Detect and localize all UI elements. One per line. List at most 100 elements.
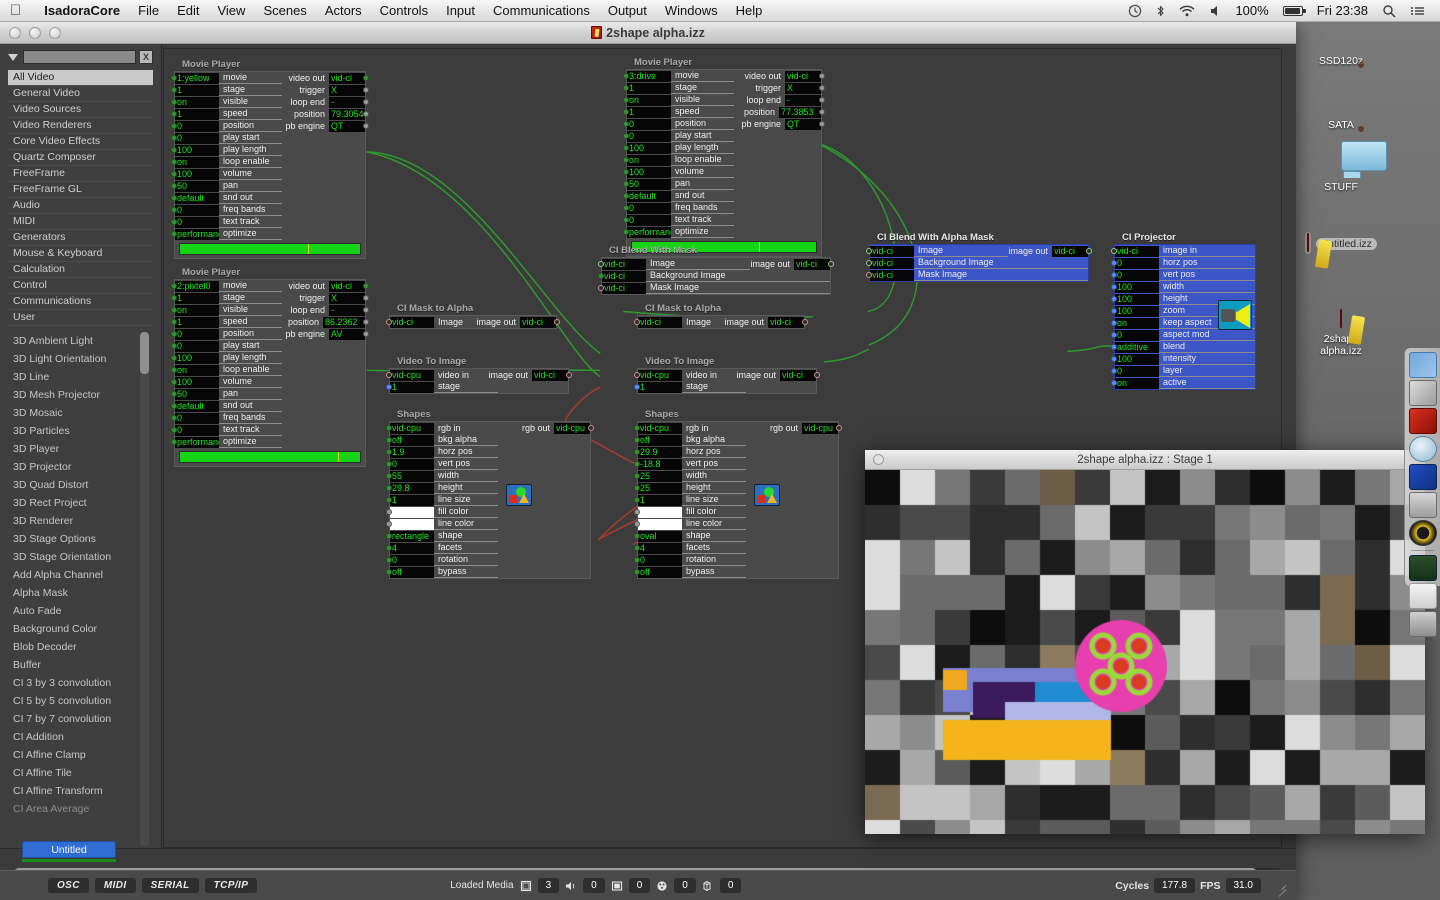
input-value[interactable]: -18.8: [638, 458, 682, 470]
node-ci-blend-with-mask[interactable]: CI Blend With Mask vid-ci Image image ou…: [598, 245, 834, 295]
close-button[interactable]: [873, 454, 884, 465]
category-general-video[interactable]: General Video: [8, 86, 153, 102]
category-all-video[interactable]: All Video: [8, 70, 153, 86]
actor-item[interactable]: CI Area Average: [8, 800, 153, 818]
actor-item[interactable]: 3D Mosaic: [8, 404, 153, 422]
input-value[interactable]: vid-ci: [870, 269, 914, 281]
input-value[interactable]: 50: [175, 180, 219, 192]
input-pin[interactable]: [866, 272, 872, 278]
input-pin[interactable]: [866, 248, 872, 254]
node-body[interactable]: vid-cpu video in image out vid-ci 1 stag…: [634, 368, 820, 394]
node-body[interactable]: 3:drive movie 1 stage on visible 1 speed 0 po…: [623, 69, 825, 257]
node-shapes-2[interactable]: Shapes vid-cpu rgb in rgb out vid-cpu of…: [634, 409, 842, 579]
input-pin[interactable]: [171, 231, 177, 237]
actor-item[interactable]: 3D Projector: [8, 458, 153, 476]
category-quartz-composer[interactable]: Quartz Composer: [8, 150, 153, 166]
scrollbar-thumb[interactable]: [140, 332, 149, 374]
input-value[interactable]: vid-ci: [638, 316, 682, 328]
input-value[interactable]: off: [390, 566, 434, 578]
input-pin[interactable]: [623, 169, 629, 175]
status-protocol-serial[interactable]: SERIAL: [141, 878, 199, 893]
input-pin[interactable]: [386, 521, 392, 527]
input-pin[interactable]: [386, 509, 392, 515]
dock-isadora-icon[interactable]: [1408, 408, 1437, 434]
output-pin[interactable]: [814, 372, 820, 378]
output-pin[interactable]: [363, 307, 369, 313]
output-pin[interactable]: [363, 75, 369, 81]
input-value[interactable]: 3:drive: [627, 70, 671, 82]
input-value[interactable]: 0: [627, 214, 671, 226]
input-value[interactable]: oval: [638, 530, 682, 542]
input-pin[interactable]: [1111, 356, 1117, 362]
actor-item[interactable]: CI Affine Tile: [8, 764, 153, 782]
actor-list-scrollbar[interactable]: [140, 332, 149, 846]
input-value[interactable]: 100: [175, 376, 219, 388]
input-pin[interactable]: [623, 85, 629, 91]
input-pin[interactable]: [171, 343, 177, 349]
input-pin[interactable]: [386, 545, 392, 551]
input-value[interactable]: on: [175, 156, 219, 168]
input-pin[interactable]: [171, 439, 177, 445]
input-value[interactable]: rectangle: [390, 530, 434, 542]
node-body[interactable]: vid-cpu rgb in rgb out vid-cpu off bkg al…: [634, 421, 842, 579]
output-pin[interactable]: [819, 121, 825, 127]
output-value[interactable]: -: [329, 304, 365, 316]
node-body[interactable]: vid-cpu video in image out vid-ci 1 stag…: [386, 368, 572, 394]
search-input[interactable]: [23, 50, 136, 64]
category-video-sources[interactable]: Video Sources: [8, 102, 153, 118]
input-value[interactable]: 100: [175, 144, 219, 156]
node-ci-blend-with-alpha-mask[interactable]: CI Blend With Alpha Mask vid-ci Image im…: [866, 232, 1092, 282]
input-pin[interactable]: [171, 391, 177, 397]
input-pin[interactable]: [386, 372, 392, 378]
node-body[interactable]: vid-ci image in 0 horz pos 0 vert pos 100 wi…: [1111, 244, 1256, 390]
input-value[interactable]: 0: [175, 132, 219, 144]
input-pin[interactable]: [634, 545, 640, 551]
input-pin[interactable]: [1111, 332, 1117, 338]
input-pin[interactable]: [634, 557, 640, 563]
input-value[interactable]: vid-ci: [870, 245, 914, 257]
stage-output-window[interactable]: 2shape alpha.izz : Stage 1: [865, 450, 1425, 834]
output-value[interactable]: X: [785, 82, 821, 94]
input-value[interactable]: 1: [175, 84, 219, 96]
input-pin[interactable]: [171, 379, 177, 385]
node-body[interactable]: vid-ci Image image out vid-ci: [386, 315, 560, 329]
actor-item[interactable]: Auto Fade: [8, 602, 153, 620]
output-value[interactable]: vid-cpu: [554, 422, 590, 434]
menu-item-actors[interactable]: Actors: [316, 0, 371, 22]
input-pin[interactable]: [1111, 380, 1117, 386]
input-value[interactable]: 100: [627, 166, 671, 178]
input-pin[interactable]: [171, 183, 177, 189]
input-pin[interactable]: [634, 437, 640, 443]
input-pin[interactable]: [171, 403, 177, 409]
output-value[interactable]: 79.3054: [329, 108, 365, 120]
dock-disk-icon[interactable]: [1408, 492, 1437, 518]
apple-menu-icon[interactable]: : [10, 3, 21, 18]
input-pin[interactable]: [634, 509, 640, 515]
input-value[interactable]: 0: [390, 458, 434, 470]
input-value[interactable]: 1: [390, 494, 434, 506]
input-pin[interactable]: [623, 145, 629, 151]
input-value[interactable]: vid-ci: [390, 316, 434, 328]
input-value[interactable]: 1: [627, 82, 671, 94]
desktop-icon-2shape-alpha-izz[interactable]: 2shape alpha.izz: [1304, 308, 1378, 357]
scene-tab-strip[interactable]: Untitled: [0, 841, 1296, 870]
actor-item[interactable]: 3D Line: [8, 368, 153, 386]
input-pin[interactable]: [634, 497, 640, 503]
menu-item-edit[interactable]: Edit: [168, 0, 208, 22]
node-body[interactable]: vid-ci Image image out vid-ci: [634, 315, 808, 329]
menu-bar[interactable]:  IsadoraCore File Edit View Scenes Acto…: [0, 0, 1440, 22]
input-value[interactable]: 0: [175, 328, 219, 340]
input-value[interactable]: 100: [1115, 281, 1159, 293]
menu-item-input[interactable]: Input: [437, 0, 484, 22]
input-pin[interactable]: [634, 384, 640, 390]
dock-safari-icon[interactable]: [1408, 436, 1437, 462]
input-pin[interactable]: [386, 437, 392, 443]
actor-search-row[interactable]: X: [8, 50, 153, 64]
output-pin[interactable]: [588, 425, 594, 431]
status-protocol-tcpip[interactable]: TCP/IP: [204, 878, 258, 893]
actor-item[interactable]: Background Color: [8, 620, 153, 638]
output-value[interactable]: vid-ci: [1052, 245, 1088, 257]
input-pin[interactable]: [623, 181, 629, 187]
input-value[interactable]: on: [627, 154, 671, 166]
input-pin[interactable]: [866, 260, 872, 266]
